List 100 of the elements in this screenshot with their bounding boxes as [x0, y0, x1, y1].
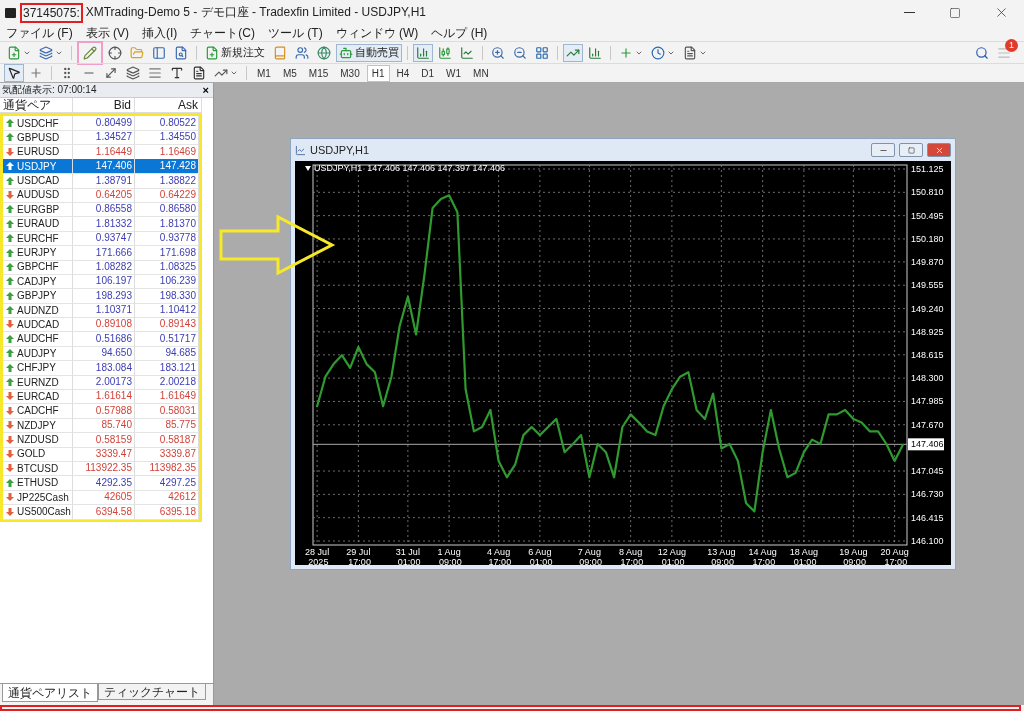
restore-icon [907, 146, 915, 154]
chart-shift-button[interactable] [563, 43, 583, 62]
menu-item[interactable]: ヘルプ (H) [427, 25, 497, 41]
ask-price: 3339.87 [135, 447, 199, 462]
axis-label: 146.730 [911, 489, 944, 500]
minimize-button[interactable] [871, 143, 895, 157]
panel-tab[interactable]: 通貨ペアリスト [2, 684, 98, 702]
timeframe-button[interactable]: H4 [391, 64, 415, 82]
axis-label: 146.415 [911, 512, 944, 523]
timeframe-button[interactable]: M30 [335, 64, 365, 82]
symbol-cell[interactable]: AUDCHF [3, 331, 73, 347]
minimize-icon [903, 11, 915, 14]
timeframe-button[interactable]: W1 [441, 64, 467, 82]
timeframe-button[interactable]: MN [468, 64, 494, 82]
ask-price: 0.58187 [135, 432, 199, 448]
bid-price: 94.650 [73, 346, 135, 362]
column-header[interactable]: Bid [73, 98, 135, 113]
ask-price: 6395.18 [135, 504, 199, 520]
symbol-cell[interactable]: EURGBP [3, 202, 73, 218]
pencil-icon [83, 45, 97, 60]
symbol-cell[interactable]: ETHUSD [3, 475, 73, 491]
menu-item[interactable]: 表示 (V) [81, 25, 138, 41]
bar-chart-icon [416, 45, 430, 60]
symbol-cell[interactable]: USDCHF [3, 116, 73, 131]
bid-price: 183.084 [73, 360, 135, 376]
timeframe-button[interactable]: H1 [366, 64, 390, 82]
menu-item[interactable]: 挿入(I) [138, 25, 187, 41]
menu-item[interactable]: チャート(C) [186, 25, 264, 41]
menu-item[interactable]: ファイル (F) [2, 25, 82, 41]
symbol-cell[interactable]: EURAUD [3, 216, 73, 232]
dropdown-triangle-icon [305, 165, 311, 171]
symbol-cell[interactable]: GBPUSD [3, 130, 73, 146]
menu-item[interactable]: ウィンドウ (W) [331, 25, 428, 41]
new-order-button[interactable]: 新規注文 [202, 43, 268, 62]
axis-label: 148.300 [911, 373, 944, 384]
column-header[interactable]: Ask [135, 98, 202, 113]
notification-count: 1 [1005, 38, 1018, 52]
symbol-cell[interactable]: EURCAD [3, 389, 73, 405]
symbol-cell[interactable]: JP225Cash [3, 490, 73, 506]
panel-tab[interactable]: ティックチャート [98, 684, 206, 700]
symbol-cell[interactable]: EURNZD [3, 375, 73, 391]
symbol-cell[interactable]: USDCAD [3, 173, 73, 189]
symbol-cell[interactable]: GBPCHF [3, 259, 73, 275]
zoom-out-icon [513, 45, 527, 60]
bid-price: 1.81332 [73, 216, 135, 232]
chart-window-icon [295, 144, 306, 156]
maximize-icon [949, 6, 961, 19]
symbol-cell[interactable]: AUDJPY [3, 346, 73, 362]
timeframe-button[interactable]: M5 [277, 64, 302, 82]
symbol-cell[interactable]: CADCHF [3, 403, 73, 419]
autotrade-button[interactable]: 自動売買 [336, 43, 402, 62]
ask-price: 0.51717 [135, 331, 199, 347]
trendline-icon [104, 66, 118, 80]
symbol-cell[interactable]: CADJPY [3, 274, 73, 290]
line-chart-icon [460, 45, 474, 60]
ask-price: 171.698 [135, 245, 199, 261]
account-number: 37145075: [23, 5, 80, 20]
ask-price: 1.81370 [135, 216, 199, 232]
bid-price: 0.93747 [73, 231, 135, 247]
symbol-cell[interactable]: NZDJPY [3, 418, 73, 434]
symbol-cell[interactable]: EURCHF [3, 231, 73, 247]
axis-label: 146.100 [911, 536, 944, 546]
column-header[interactable]: 通貨ペア [0, 98, 73, 113]
symbol-cell[interactable]: GOLD [3, 447, 73, 462]
symbol-cell[interactable]: US500Cash [3, 504, 73, 520]
symbol-cell[interactable]: EURJPY [3, 245, 73, 261]
bid-price: 0.64205 [73, 187, 135, 203]
timeframe-button[interactable]: M15 [303, 64, 334, 82]
symbol-cell[interactable]: GBPJPY [3, 288, 73, 304]
restore-button[interactable] [899, 143, 923, 157]
bar-chart-button[interactable] [413, 43, 433, 62]
symbol-cell[interactable]: AUDUSD [3, 187, 73, 203]
candlestick-icon [438, 45, 452, 60]
close-icon [934, 145, 944, 155]
timeframe-button[interactable]: M1 [252, 64, 276, 82]
cursor-button[interactable] [4, 64, 24, 82]
ask-price: 113982.35 [135, 461, 199, 477]
bid-price: 0.80499 [73, 116, 135, 131]
symbol-cell[interactable]: BTCUSD [3, 461, 73, 477]
symbol-cell[interactable]: AUDCAD [3, 317, 73, 333]
bid-price: 1.10371 [73, 303, 135, 319]
close-button[interactable] [927, 143, 951, 157]
symbol-cell[interactable]: AUDNZD [3, 303, 73, 319]
robot-icon [339, 45, 353, 60]
text-icon [170, 66, 184, 80]
axis-label: 148.925 [911, 326, 944, 337]
ask-price: 1.61649 [135, 389, 199, 405]
file-plus-icon [7, 45, 21, 60]
menu-item[interactable]: ツール (T) [264, 25, 332, 41]
axis-label: 147.670 [911, 419, 944, 430]
symbol-cell[interactable]: USDJPY [3, 159, 73, 175]
symbol-cell[interactable]: CHFJPY [3, 360, 73, 376]
timeframe-button[interactable]: D1 [416, 64, 440, 82]
axis-label: 147.985 [911, 396, 944, 407]
panel-icon [152, 45, 166, 60]
symbol-cell[interactable]: NZDUSD [3, 432, 73, 448]
search-icon [975, 45, 989, 60]
panel-close-button[interactable]: × [202, 84, 209, 96]
ask-price: 42612 [135, 490, 199, 506]
panel-title: 気配値表示: 07:00:14 [2, 83, 97, 97]
